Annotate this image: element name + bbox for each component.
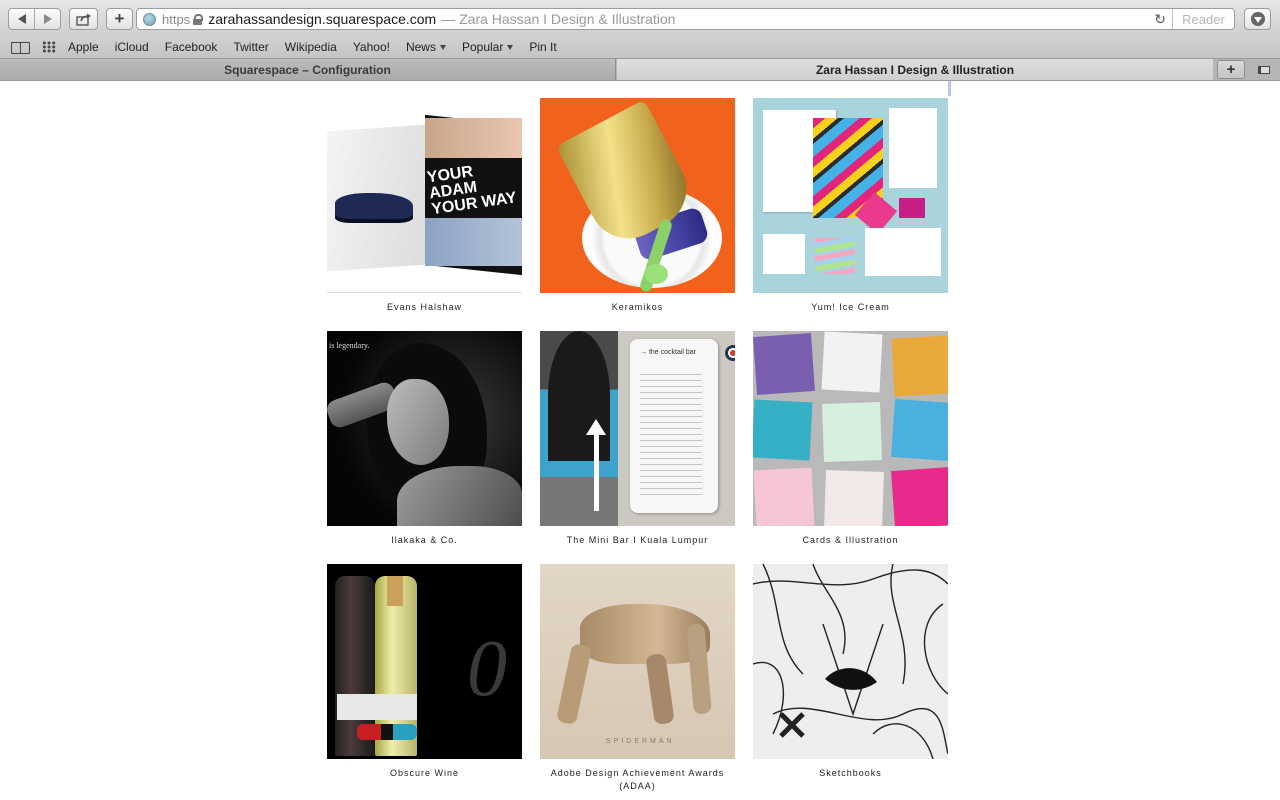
site-favicon-icon	[143, 12, 156, 26]
bookmark-facebook[interactable]: Facebook	[165, 40, 218, 54]
gallery-item-evans-halshaw[interactable]: YOUR ADAM YOUR WAY Evans Halshaw	[327, 98, 522, 314]
bookmark-popular-label: Popular	[461, 40, 504, 54]
bookmark-news-label: News	[405, 40, 436, 54]
gallery-caption[interactable]: Ilakaka & Co.	[327, 534, 522, 547]
back-arrow-icon	[17, 14, 26, 24]
forward-arrow-icon	[43, 14, 52, 24]
url-page-title: — Zara Hassan I Design & Illustration	[441, 11, 676, 27]
gallery-thumbnail[interactable]: is legendary.	[327, 331, 522, 526]
page-content: YOUR ADAM YOUR WAY Evans Halshaw Keramik…	[0, 81, 1280, 800]
bookmark-apple[interactable]: Apple	[68, 40, 99, 54]
scroll-indicator	[948, 81, 951, 96]
gallery-item-obscure-wine[interactable]: 0 Obscure Wine	[327, 564, 522, 780]
gallery-caption[interactable]: Yum! Ice Cream	[753, 301, 948, 314]
address-bar[interactable]: https zarahassandesign.squarespace.com —…	[136, 8, 1235, 30]
top-sites-icon[interactable]	[42, 41, 56, 53]
chevron-down-icon	[439, 44, 446, 50]
url-domain: zarahassandesign.squarespace.com	[208, 11, 437, 27]
image-tagline: is legendary.	[329, 341, 370, 350]
sketch-illustration	[753, 564, 948, 759]
gallery-item-cards-illustration[interactable]: Cards & Illustration	[753, 331, 948, 547]
bookmark-wikipedia[interactable]: Wikipedia	[285, 40, 337, 54]
tab-bar: Squarespace – Configuration Zara Hassan …	[0, 58, 1280, 81]
forward-button[interactable]	[34, 9, 60, 29]
downloads-button[interactable]	[1244, 8, 1271, 30]
download-icon	[1250, 12, 1265, 26]
tab-zara-hassan[interactable]: Zara Hassan I Design & Illustration	[617, 59, 1213, 80]
gallery-thumbnail[interactable]: → the cocktail bar	[540, 331, 735, 526]
reading-list-icon[interactable]	[11, 41, 30, 54]
gallery-item-keramikos[interactable]: Keramikos	[540, 98, 735, 314]
gallery-item-ilakaka[interactable]: is legendary. Ilakaka & Co.	[327, 331, 522, 547]
bookmark-yahoo[interactable]: Yahoo!	[353, 40, 390, 54]
bookmarks-bar: Apple iCloud Facebook Twitter Wikipedia …	[0, 36, 1280, 58]
url-scheme: https	[162, 11, 191, 27]
gallery-caption[interactable]: Evans Halshaw	[327, 301, 522, 314]
gallery-thumbnail[interactable]: YOUR ADAM YOUR WAY	[327, 98, 522, 293]
menu-title: → the cocktail bar	[640, 349, 697, 356]
reader-button[interactable]: Reader	[1172, 9, 1234, 29]
gallery-caption[interactable]: Keramikos	[540, 301, 735, 314]
gallery-thumbnail[interactable]	[753, 98, 948, 293]
image-signature: SPIDERMAN	[606, 738, 675, 745]
bookmark-folder-news[interactable]: News	[406, 40, 446, 54]
bookmark-pin-it[interactable]: Pin It	[529, 40, 556, 54]
chevron-down-icon	[507, 44, 514, 50]
history-nav	[8, 8, 61, 30]
gallery-thumbnail[interactable]: SPIDERMAN	[540, 564, 735, 759]
gallery-thumbnail[interactable]	[540, 98, 735, 293]
gallery-item-sketchbooks[interactable]: Sketchbooks	[753, 564, 948, 780]
back-button[interactable]	[9, 9, 34, 29]
gallery-caption[interactable]: Obscure Wine	[327, 767, 522, 780]
gallery-item-mini-bar[interactable]: → the cocktail bar The Mini Bar I Kuala …	[540, 331, 735, 547]
new-tab-button[interactable]: +	[106, 8, 133, 30]
bookmark-folder-popular[interactable]: Popular	[461, 40, 514, 54]
tab-list-icon	[1257, 65, 1270, 74]
tab-overview-button[interactable]	[1251, 60, 1276, 79]
browser-toolbar: + https zarahassandesign.squarespace.com…	[0, 0, 1280, 36]
gallery-item-adaa[interactable]: SPIDERMAN Adobe Design Achievement Award…	[540, 564, 735, 793]
add-tab-button[interactable]: +	[1217, 60, 1245, 79]
gallery-caption[interactable]: The Mini Bar I Kuala Lumpur	[540, 534, 735, 547]
gallery-caption[interactable]: Cards & Illustration	[753, 534, 948, 547]
gallery-thumbnail[interactable]	[753, 564, 948, 759]
gallery-thumbnail[interactable]: 0	[327, 564, 522, 759]
share-icon	[75, 13, 91, 26]
bookmark-icloud[interactable]: iCloud	[115, 40, 149, 54]
reload-icon[interactable]: ↻	[1154, 11, 1166, 28]
gallery-item-yum-ice-cream[interactable]: Yum! Ice Cream	[753, 98, 948, 314]
gallery-thumbnail[interactable]	[753, 331, 948, 526]
gallery-caption[interactable]: Adobe Design Achievement Awards (ADAA)	[540, 767, 735, 793]
share-button[interactable]	[69, 8, 98, 30]
tab-squarespace-configuration[interactable]: Squarespace – Configuration	[0, 59, 616, 80]
lock-icon	[193, 13, 204, 25]
gallery-caption[interactable]: Sketchbooks	[753, 767, 948, 780]
bookmark-twitter[interactable]: Twitter	[233, 40, 268, 54]
